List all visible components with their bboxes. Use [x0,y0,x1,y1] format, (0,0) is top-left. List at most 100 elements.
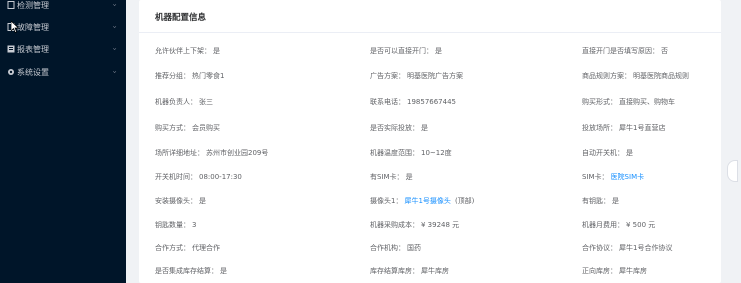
side-scroll-handle[interactable] [727,160,738,182]
field-label: 投放场所： [582,124,617,132]
field-label: 推荐分组： [155,72,190,80]
info-field: 投放场所： 犀牛1号直营店 [582,123,665,133]
field-value: 犀牛库房 [421,267,449,275]
field-value: ¥ 39248 元 [421,221,460,229]
info-field: 合作机构： 国药 [370,243,421,253]
sidebar-item-reports[interactable]: 报表管理 › [0,38,126,60]
field-label: 正向库房： [582,267,617,275]
info-row: 是否集成库存结算：是库存结算库房： 犀牛库房 正向库房： 犀牛库房 [139,266,721,280]
info-field: 商品规则方案： 明基医院商品规则 [582,71,689,81]
card-title: 机器配置信息 [155,13,207,23]
info-field: 购买方式： 会员购买 [155,123,220,133]
info-row: 机器负责人： 张三 联系电话： 19857667445 购买形式： 直接购买、购物车 [139,97,721,111]
info-field: 自动开关机：是 [582,148,633,158]
machine-config-card: 机器配置信息 允许伙伴上下架：是是否可以直接开门：是直接开门是否填写原因：否推荐… [139,0,721,283]
sidebar: 检测管理 › 故障管理 › 报表管理 › 系统设置 › [0,0,126,283]
info-field: SIM卡： 医院SIM卡 [582,172,644,182]
field-value: 是 [626,149,633,157]
field-value: 是 [213,47,220,55]
field-value-link[interactable]: 犀牛1号摄像头 [404,197,450,205]
field-label: 钥匙数量： [155,221,190,229]
info-row: 允许伙伴上下架：是是否可以直接开门：是直接开门是否填写原因：否 [139,46,721,60]
field-value: ¥ 500 元 [626,221,656,229]
field-label: 合作方式： [155,244,190,252]
chevron-down-icon: › [110,25,119,29]
field-value-link[interactable]: 医院SIM卡 [611,173,645,181]
info-field: 机器采购成本： ¥ 39248 元 [370,220,459,230]
field-label: 允许伙伴上下架： [155,47,211,55]
info-row: 推荐分组： 热门零食1 广告方案： 明基医院广告方案 商品规则方案： 明基医院商品规则 [139,71,721,85]
info-field: 正向库房： 犀牛库房 [582,266,647,276]
sidebar-item-label: 检测管理 [17,0,49,10]
sidebar-item-label: 系统设置 [17,67,49,77]
field-value: 犀牛1号合作协议 [619,244,673,252]
field-value: 是 [199,197,206,205]
report-icon [7,45,15,53]
info-field: 机器负责人： 张三 [155,97,213,107]
field-extra: (顶部) [454,197,475,205]
sidebar-item-label: 报表管理 [17,44,49,54]
info-field: 直接开门是否填写原因：否 [582,46,668,56]
info-field: 广告方案： 明基医院广告方案 [370,71,463,81]
field-value: 否 [661,47,668,55]
info-field: 开关机时间： 08:00-17:30 [155,172,242,182]
info-field: 允许伙伴上下架：是 [155,46,220,56]
sidebar-item-detection[interactable]: 检测管理 › [0,0,126,16]
field-value: 犀牛库房 [619,267,647,275]
field-value: 犀牛1号直营店 [619,124,666,132]
info-field: 机器温度范围： 10~12度 [370,148,452,158]
field-value: 张三 [199,98,213,106]
field-value: 明基医院广告方案 [407,72,463,80]
sidebar-item-label: 故障管理 [17,22,49,32]
field-value: 10~12度 [421,149,452,157]
info-field: 有SIM卡：是 [370,172,413,182]
info-field: 机器月费用： ¥ 500 元 [582,220,655,230]
info-field: 有钥匙：是 [582,196,619,206]
gear-icon [7,68,15,76]
sidebar-item-settings[interactable]: 系统设置 › [0,61,126,83]
field-label: 开关机时间： [155,173,197,181]
chevron-down-icon: › [110,47,119,51]
info-row: 钥匙数量： 3 机器采购成本： ¥ 39248 元 机器月费用： ¥ 500 元 [139,220,721,234]
field-value: 会员购买 [192,124,220,132]
info-field: 联系电话： 19857667445 [370,97,456,107]
chevron-down-icon: › [110,70,119,74]
field-value: 国药 [407,244,421,252]
field-label: 直接开门是否填写原因： [582,47,659,55]
field-label: 安装摄像头： [155,197,197,205]
field-label: 摄像头1： [370,197,403,205]
info-row: 开关机时间： 08:00-17:30 有SIM卡：是 SIM卡： 医院SIM卡 [139,172,721,186]
info-row: 场所详细地址： 苏州市创业园209号 机器温度范围： 10~12度 自动开关机：是 [139,148,721,162]
field-label: 是否集成库存结算： [155,267,218,275]
field-label: 联系电话： [370,98,405,106]
field-value: 是 [612,197,619,205]
field-label: 合作机构： [370,244,405,252]
field-value: 是 [405,173,413,181]
field-value: 代理合作 [192,244,220,252]
info-field: 场所详细地址： 苏州市创业园209号 [155,148,268,158]
field-value: 08:00-17:30 [199,173,242,181]
info-row: 安装摄像头：是摄像头1： 犀牛1号摄像头 (顶部) 有钥匙：是 [139,196,721,210]
field-value: 明基医院商品规则 [633,72,689,80]
info-field: 钥匙数量： 3 [155,220,196,230]
info-field: 推荐分组： 热门零食1 [155,71,224,81]
field-value: 热门零食1 [192,72,225,80]
field-label: 合作协议： [582,244,617,252]
field-label: 是否实际投放： [370,124,419,132]
field-label: 是否可以直接开门： [370,47,433,55]
info-field: 合作方式： 代理合作 [155,243,220,253]
field-value: 3 [192,221,197,229]
field-value: 19857667445 [407,98,456,106]
field-value: 是 [435,47,442,55]
field-value: 是 [421,124,428,132]
field-label: 机器月费用： [582,221,624,229]
info-field: 库存结算库房： 犀牛库房 [370,266,449,276]
info-field: 是否集成库存结算：是 [155,266,227,276]
info-row: 购买方式： 会员购买 是否实际投放：是 投放场所： 犀牛1号直营店 [139,123,721,137]
field-label: 广告方案： [370,72,405,80]
divider [139,32,721,33]
document-icon [7,1,15,9]
field-value: 是 [220,267,227,275]
info-row: 合作方式： 代理合作 合作机构： 国药 合作协议： 犀牛1号合作协议 [139,243,721,257]
field-label: 商品规则方案： [582,72,631,80]
